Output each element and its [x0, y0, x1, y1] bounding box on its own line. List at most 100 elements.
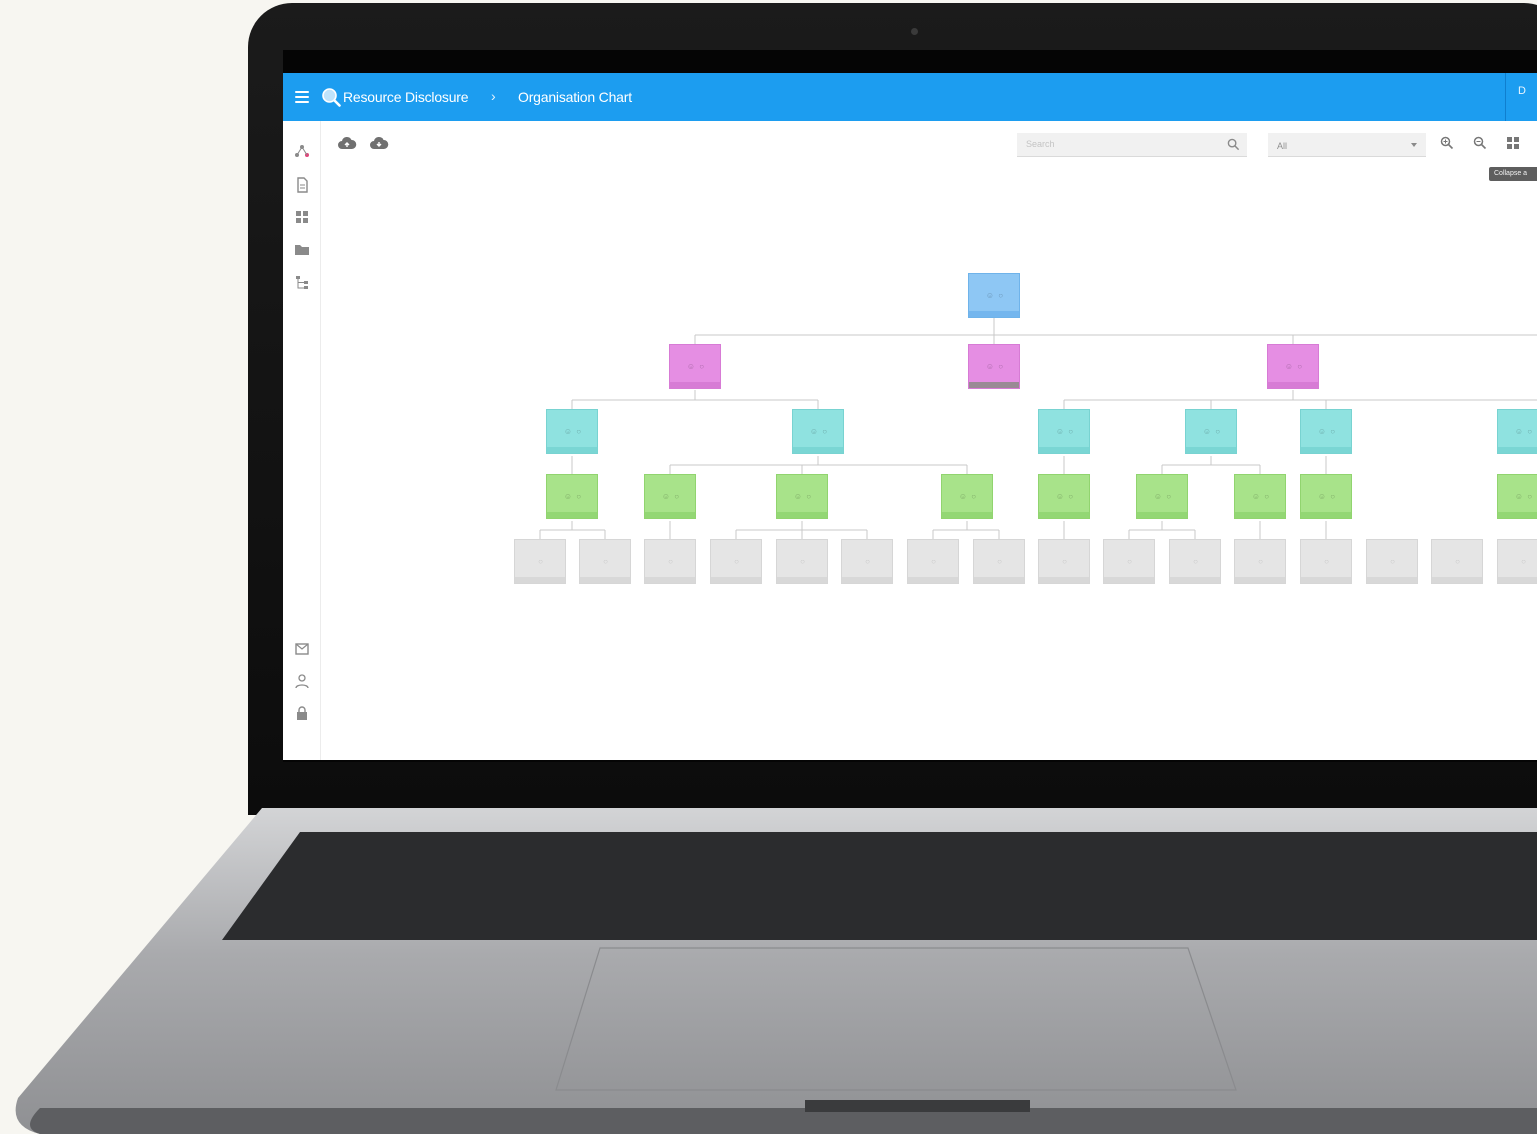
org-node[interactable]: ○ [514, 539, 566, 584]
org-chart-connectors [539, 318, 1537, 539]
search-icon[interactable] [1227, 138, 1240, 151]
sidebar [283, 121, 321, 760]
org-node[interactable]: ○ [710, 539, 762, 584]
filter-selected-value: All [1277, 141, 1288, 151]
laptop-base [15, 808, 1537, 1134]
user-placeholder-icon: ○ [931, 557, 937, 566]
node-action-icons[interactable]: ☺ ○ [1039, 492, 1089, 501]
app-header: Resource Disclosure › Organisation Chart… [283, 73, 1537, 121]
org-node[interactable]: ○ [644, 539, 696, 584]
node-action-icons[interactable]: ☺ ○ [547, 492, 597, 501]
user-placeholder-icon: ○ [668, 557, 674, 566]
user-placeholder-icon: ○ [1324, 557, 1330, 566]
user-icon[interactable] [294, 673, 310, 689]
org-node[interactable]: ☺ ○ [941, 474, 993, 519]
node-action-icons[interactable]: ☺ ○ [969, 362, 1019, 371]
org-node[interactable]: ○ [1497, 539, 1537, 584]
org-node[interactable]: ☺ ○ [546, 474, 598, 519]
webcam [911, 28, 918, 35]
user-placeholder-icon: ○ [1062, 557, 1068, 566]
org-node[interactable]: ☺ ○ [1136, 474, 1188, 519]
node-action-icons[interactable]: ☺ ○ [969, 291, 1019, 300]
org-node[interactable]: ☺ ○ [546, 409, 598, 454]
node-action-icons[interactable]: ☺ ○ [1301, 492, 1351, 501]
node-action-icons[interactable]: ☺ ○ [1137, 492, 1187, 501]
user-placeholder-icon: ○ [1193, 557, 1199, 566]
search-input[interactable] [1017, 133, 1226, 149]
user-placeholder-icon: ○ [997, 557, 1003, 566]
document-icon[interactable] [294, 177, 310, 193]
node-action-icons[interactable]: ☺ ○ [942, 492, 992, 501]
zoom-in-icon[interactable] [1440, 136, 1454, 150]
node-action-icons[interactable]: ☺ ○ [1301, 427, 1351, 436]
org-node[interactable]: ☺ ○ [1185, 409, 1237, 454]
node-action-icons[interactable]: ☺ ○ [645, 492, 695, 501]
node-action-icons[interactable]: ☺ ○ [793, 427, 843, 436]
fit-screen-icon[interactable] [1506, 136, 1520, 150]
user-placeholder-icon: ○ [734, 557, 740, 566]
user-placeholder-icon: ○ [603, 557, 609, 566]
user-placeholder-icon: ○ [865, 557, 871, 566]
org-node[interactable]: ○ [1234, 539, 1286, 584]
cloud-download-icon[interactable] [369, 136, 389, 152]
org-node[interactable]: ○ [1103, 539, 1155, 584]
org-node[interactable]: ☺ ○ [792, 409, 844, 454]
org-node[interactable]: ☺ ○ [1497, 409, 1537, 454]
org-node[interactable]: ☺ ○ [644, 474, 696, 519]
user-placeholder-icon: ○ [1390, 557, 1396, 566]
org-node[interactable]: ☺ ○ [1300, 474, 1352, 519]
node-action-icons[interactable]: ☺ ○ [1498, 427, 1537, 436]
node-action-icons[interactable]: ☺ ○ [670, 362, 720, 371]
header-edge-item[interactable]: D [1505, 73, 1537, 121]
org-node[interactable]: ☺ ○ [1038, 409, 1090, 454]
mail-icon[interactable] [294, 641, 310, 657]
org-node[interactable]: ○ [776, 539, 828, 584]
node-action-icons[interactable]: ☺ ○ [1235, 492, 1285, 501]
page-title: Organisation Chart [518, 89, 632, 105]
org-node[interactable]: ○ [1431, 539, 1483, 584]
user-placeholder-icon: ○ [1521, 557, 1527, 566]
org-node[interactable]: ☺ ○ [669, 344, 721, 389]
node-action-icons[interactable]: ☺ ○ [1268, 362, 1318, 371]
user-placeholder-icon: ○ [1455, 557, 1461, 566]
filter-select[interactable]: All [1268, 133, 1426, 157]
network-icon[interactable] [294, 143, 310, 159]
user-placeholder-icon: ○ [1127, 557, 1133, 566]
brand-name[interactable]: Resource Disclosure [343, 89, 469, 105]
user-placeholder-icon: ○ [538, 557, 544, 566]
org-node[interactable]: ○ [1366, 539, 1418, 584]
org-node[interactable]: ☺ ○ [1497, 474, 1537, 519]
node-action-icons[interactable]: ☺ ○ [1186, 427, 1236, 436]
org-node[interactable]: ☺ ○ [776, 474, 828, 519]
search-logo-icon [322, 88, 341, 107]
dashboard-icon[interactable] [294, 209, 310, 225]
org-node[interactable]: ○ [1300, 539, 1352, 584]
hierarchy-icon[interactable] [294, 274, 310, 290]
org-node[interactable]: ☺ ○ [1234, 474, 1286, 519]
node-action-icons[interactable]: ☺ ○ [777, 492, 827, 501]
node-action-icons[interactable]: ☺ ○ [547, 427, 597, 436]
org-node[interactable]: ○ [1169, 539, 1221, 584]
search-field[interactable] [1017, 133, 1247, 157]
folder-icon[interactable] [294, 241, 310, 257]
org-node[interactable]: ☺ ○ [968, 344, 1020, 389]
org-node[interactable]: ○ [907, 539, 959, 584]
org-node[interactable]: ○ [841, 539, 893, 584]
user-placeholder-icon: ○ [800, 557, 806, 566]
node-action-icons[interactable]: ☺ ○ [1498, 492, 1537, 501]
org-node[interactable]: ○ [973, 539, 1025, 584]
lock-icon[interactable] [294, 705, 310, 721]
org-node[interactable]: ☺ ○ [1300, 409, 1352, 454]
org-node[interactable]: ○ [1038, 539, 1090, 584]
org-node[interactable]: ☺ ○ [1038, 474, 1090, 519]
app-screen: Resource Disclosure › Organisation Chart… [283, 73, 1537, 760]
org-node[interactable]: ☺ ○ [1267, 344, 1319, 389]
org-node[interactable]: ○ [579, 539, 631, 584]
org-node-root[interactable]: ☺ ○ [968, 273, 1020, 318]
menu-icon[interactable] [295, 91, 309, 103]
node-action-icons[interactable]: ☺ ○ [1039, 427, 1089, 436]
chevron-down-icon [1411, 143, 1417, 147]
org-chart-canvas[interactable]: ☺ ○ ☺ ○ ☺ ○ ☺ ○ ☺ ○ ☺ ○ ☺ ○ ☺ ○ ☺ ○ ☺ ○ … [320, 169, 1537, 760]
cloud-upload-icon[interactable] [337, 136, 357, 152]
zoom-out-icon[interactable] [1473, 136, 1487, 150]
